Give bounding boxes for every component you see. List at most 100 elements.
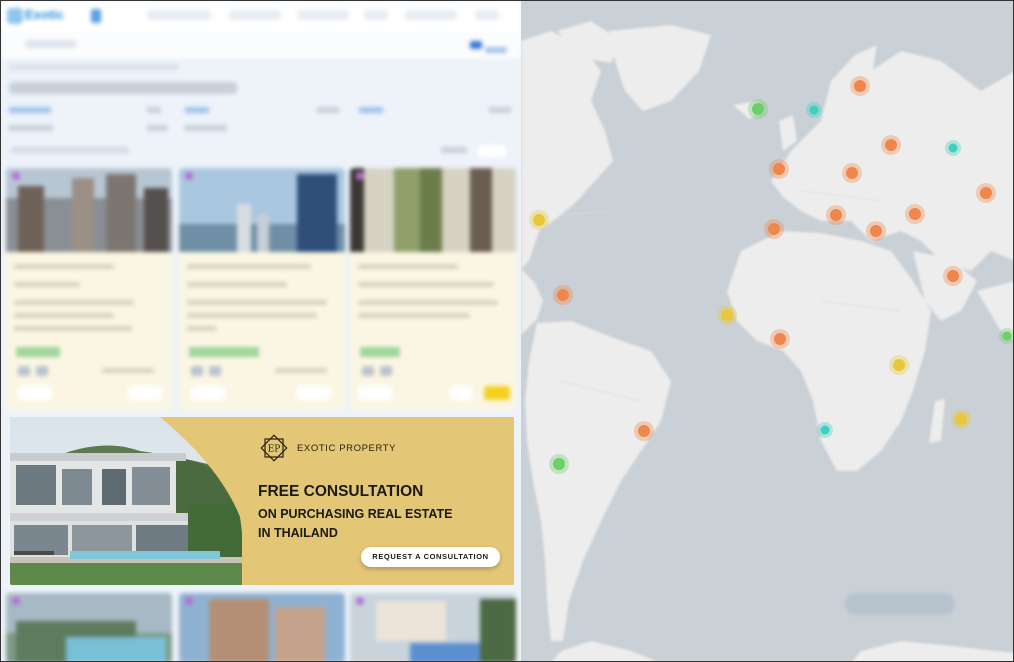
property-photo — [350, 168, 516, 252]
nav-item[interactable] — [297, 10, 349, 20]
map-cluster-marker[interactable] — [976, 183, 996, 203]
property-description — [14, 300, 134, 305]
logo-icon — [7, 7, 23, 24]
call-button[interactable] — [484, 386, 510, 400]
property-area — [275, 368, 327, 373]
language-flag-icon[interactable] — [91, 9, 101, 23]
map-cluster-marker[interactable] — [529, 210, 549, 230]
logo-text: Exotic — [25, 7, 65, 22]
property-title — [187, 264, 311, 269]
ad-subline-1: ON PURCHASING REAL ESTATE — [258, 507, 453, 521]
bed-icon — [362, 366, 374, 376]
map-cluster-marker[interactable] — [549, 454, 569, 474]
property-card[interactable] — [350, 168, 516, 410]
filter-count — [489, 107, 511, 113]
card-action-button[interactable] — [191, 386, 225, 400]
property-price — [360, 347, 400, 357]
featured-badge-icon — [185, 597, 193, 605]
property-location — [14, 282, 80, 287]
filter-label — [9, 125, 53, 131]
filter-link[interactable] — [9, 107, 51, 113]
property-title — [358, 264, 458, 269]
exotic-property-logo-icon: EP — [260, 434, 288, 462]
filter-link[interactable] — [185, 107, 209, 113]
property-description — [358, 300, 498, 305]
property-description — [14, 313, 114, 318]
sort-label — [441, 147, 467, 153]
property-card[interactable] — [350, 593, 516, 661]
bath-icon — [380, 366, 392, 376]
map-cluster-marker[interactable] — [553, 285, 573, 305]
brand-name: EXOTIC PROPERTY — [297, 443, 397, 454]
property-description — [14, 326, 132, 331]
map-cluster-marker[interactable] — [881, 135, 901, 155]
sort-toggle[interactable] — [477, 145, 507, 157]
property-price — [16, 347, 60, 357]
top-navigation: Exotic — [1, 1, 521, 31]
map-cluster-marker[interactable] — [634, 421, 654, 441]
featured-badge-icon — [12, 172, 20, 180]
property-price — [189, 347, 259, 357]
ad-subline: ON PURCHASING REAL ESTATE IN THAILAND — [258, 505, 478, 543]
world-map — [521, 21, 1013, 661]
filter-link[interactable] — [359, 107, 383, 113]
logo-letters: EP — [268, 445, 281, 455]
consultation-ad-banner[interactable]: EP EXOTIC PROPERTY FREE CONSULTATION ON … — [10, 417, 514, 585]
nav-item[interactable] — [229, 10, 281, 20]
map-cluster-marker[interactable] — [826, 205, 846, 225]
map-cluster-marker[interactable] — [717, 305, 737, 325]
map-cluster-marker[interactable] — [889, 355, 909, 375]
map-cluster-marker[interactable] — [806, 102, 822, 118]
property-description — [187, 326, 217, 331]
featured-badge-icon — [356, 172, 364, 180]
property-card[interactable] — [179, 168, 345, 410]
property-map[interactable] — [521, 1, 1013, 661]
page-title — [9, 82, 237, 94]
site-logo[interactable]: Exotic — [7, 7, 91, 25]
map-cluster-marker[interactable] — [769, 159, 789, 179]
filter-icon — [470, 41, 482, 49]
bath-icon — [209, 366, 221, 376]
nav-item[interactable] — [475, 10, 499, 20]
app-window: Exotic EP EXOTIC PROPERTY FREE CONSULTAT… — [0, 0, 1014, 662]
card-action-button[interactable] — [18, 386, 52, 400]
property-card[interactable] — [179, 593, 345, 661]
property-card[interactable] — [6, 168, 172, 410]
map-cluster-marker[interactable] — [943, 266, 963, 286]
map-search-area-button[interactable] — [845, 593, 955, 615]
map-cluster-marker[interactable] — [850, 76, 870, 96]
bed-icon — [18, 366, 30, 376]
nav-item[interactable] — [405, 10, 457, 20]
map-cluster-marker[interactable] — [951, 409, 971, 429]
map-cluster-marker[interactable] — [866, 221, 886, 241]
map-cluster-marker[interactable] — [905, 204, 925, 224]
card-action-button[interactable] — [358, 386, 392, 400]
card-action-button[interactable] — [450, 386, 472, 400]
card-action-button[interactable] — [297, 386, 331, 400]
property-area — [102, 368, 154, 373]
map-cluster-marker[interactable] — [945, 140, 961, 156]
map-cluster-marker[interactable] — [842, 163, 862, 183]
featured-badge-icon — [185, 172, 193, 180]
map-cluster-marker[interactable] — [748, 99, 768, 119]
filter-count — [147, 107, 161, 113]
search-input[interactable] — [25, 40, 77, 48]
nav-item[interactable] — [147, 10, 211, 20]
request-consultation-button[interactable]: REQUEST A CONSULTATION — [361, 547, 500, 567]
map-cluster-marker[interactable] — [817, 422, 833, 438]
map-cluster-marker[interactable] — [770, 329, 790, 349]
featured-badge-icon — [12, 597, 20, 605]
map-cluster-marker[interactable] — [999, 328, 1013, 344]
nav-item[interactable] — [364, 10, 388, 20]
property-description — [187, 313, 317, 318]
ad-subline-2: IN THAILAND — [258, 526, 338, 540]
map-cluster-marker[interactable] — [764, 219, 784, 239]
property-photo — [6, 168, 172, 252]
ad-headline: FREE CONSULTATION — [258, 483, 424, 500]
filter-count — [317, 107, 339, 113]
filter-label — [185, 125, 227, 131]
card-action-button[interactable] — [128, 386, 162, 400]
filter-button[interactable] — [467, 37, 515, 53]
property-card[interactable] — [6, 593, 172, 661]
search-bar — [1, 31, 521, 60]
